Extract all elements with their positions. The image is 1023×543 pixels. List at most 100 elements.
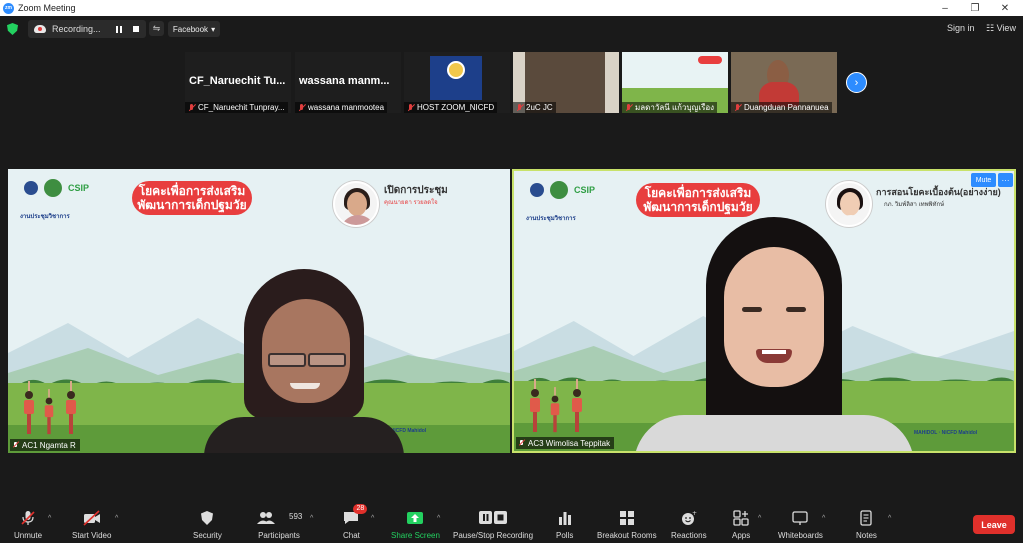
yoga-child-figure [64, 381, 78, 435]
apps-options-caret-icon[interactable]: ^ [758, 515, 761, 522]
mic-muted-icon [12, 441, 19, 449]
nicfd-logo [430, 56, 482, 100]
security-label: Security [193, 531, 222, 540]
minimize-button[interactable]: – [932, 0, 958, 16]
apps-icon [733, 510, 749, 526]
apps-label: Apps [732, 531, 751, 540]
mic-muted-icon [407, 103, 414, 112]
zoom-logo-icon: zm [3, 2, 14, 14]
polls-button[interactable]: Polls [556, 510, 573, 540]
window-titlebar: zm Zoom Meeting – ❐ ✕ [0, 0, 1023, 16]
restore-button[interactable]: ❐ [962, 0, 988, 16]
close-button[interactable]: ✕ [992, 0, 1018, 16]
chat-icon: 28 [343, 504, 368, 526]
chevron-down-icon: ▾ [211, 24, 216, 34]
recording-indicator: Recording... [28, 20, 146, 38]
start-video-label: Start Video [72, 531, 112, 540]
yoga-child-figure [528, 379, 542, 433]
breakout-rooms-button[interactable]: Breakout Rooms [597, 510, 657, 540]
chat-unread-badge: 28 [353, 504, 368, 514]
cloud-recording-icon [34, 25, 46, 33]
participant-thumbnail[interactable]: wassana manm... wassana manmootea [295, 52, 401, 113]
yoga-child-figure [549, 387, 561, 433]
participant-thumbnail[interactable]: Duangduan Pannanuea [731, 52, 837, 113]
pause-stop-recording-button[interactable]: Pause/Stop Recording [453, 510, 533, 540]
mic-muted-icon [518, 439, 525, 447]
slide-event-label: งานประชุมวิชาการ [20, 214, 70, 220]
participant-thumbnail-strip: CF_Naruechit Tu... CF_Naruechit Tunpray.… [185, 52, 840, 113]
sign-in-link[interactable]: Sign in [947, 23, 975, 33]
institute-logo [44, 179, 62, 197]
chat-label: Chat [343, 531, 360, 540]
svg-text:+: + [692, 510, 697, 517]
participant-name-tag: มลดาวัลนี แก้วบุญเรือง [622, 102, 718, 113]
whiteboards-options-caret-icon[interactable]: ^ [822, 515, 825, 522]
participant-thumbnail[interactable]: HOST ZOOM_NICFD [404, 52, 510, 113]
participant-thumbnail[interactable]: 2uC JC [513, 52, 619, 113]
next-page-button[interactable]: › [846, 72, 867, 93]
leave-button[interactable]: Leave [973, 515, 1015, 534]
apps-button[interactable]: Apps [732, 510, 750, 540]
more-options-button[interactable]: ··· [998, 173, 1013, 187]
share-screen-label: Share Screen [391, 531, 440, 540]
participant-thumbnail[interactable]: มลดาวัลนี แก้วบุญเรือง [622, 52, 728, 113]
encryption-shield-icon[interactable] [7, 23, 18, 35]
notes-icon [859, 510, 873, 526]
unmute-label: Unmute [14, 531, 43, 540]
slide-footer-logos: MAHIDOL · NICFD Mahidol [914, 430, 978, 436]
pause-recording-button[interactable] [114, 24, 124, 34]
recording-label: Recording... [52, 24, 101, 34]
participant-display-name: wassana manm... [299, 75, 390, 87]
chat-options-caret-icon[interactable]: ^ [371, 515, 374, 522]
pause-stop-icon [478, 510, 508, 526]
csip-logo: CSIP [574, 185, 596, 195]
presenter-video [634, 217, 914, 451]
share-screen-button[interactable]: Share Screen [391, 510, 440, 540]
mic-muted-icon [188, 103, 195, 112]
speaker-name: กภ. วิมพ์ลิสา เทพพิทักษ์ [884, 202, 945, 208]
slide-title: โยคะเพื่อการส่งเสริม พัฒนาการเด็กปฐมวัย [132, 181, 252, 215]
university-logo [530, 183, 544, 197]
view-button[interactable]: ☷ View [986, 23, 1016, 34]
institute-logo [550, 181, 568, 199]
reactions-button[interactable]: + Reactions [671, 510, 707, 540]
participant-name-tag: HOST ZOOM_NICFD [404, 102, 498, 113]
share-options-caret-icon[interactable]: ^ [437, 515, 440, 522]
window-title: Zoom Meeting [18, 3, 76, 13]
share-screen-icon [406, 510, 424, 526]
participant-name-tag: CF_Naruechit Tunpray... [185, 102, 288, 113]
breakout-rooms-label: Breakout Rooms [597, 531, 657, 540]
university-logo [24, 181, 38, 195]
notes-button[interactable]: Notes [856, 510, 877, 540]
participant-thumbnail[interactable]: CF_Naruechit Tu... CF_Naruechit Tunpray.… [185, 52, 291, 113]
view-label: View [996, 23, 1016, 33]
live-stream-icon[interactable]: ⇋ [149, 21, 164, 36]
speaker-title: เปิดการประชุม [384, 185, 448, 196]
participants-button[interactable]: 593 Participants [257, 510, 302, 540]
participants-options-caret-icon[interactable]: ^ [310, 515, 313, 522]
video-tile-left[interactable]: CSIP งานประชุมวิชาการ โยคะเพื่อการส่งเสร… [8, 169, 510, 453]
security-button[interactable]: Security [193, 510, 222, 540]
participant-name-tag: 2uC JC [513, 102, 556, 113]
notes-options-caret-icon[interactable]: ^ [888, 515, 891, 522]
mic-muted-icon [516, 103, 523, 112]
whiteboards-label: Whiteboards [778, 531, 823, 540]
unmute-button[interactable]: Unmute [14, 510, 42, 540]
live-stream-target[interactable]: Facebook ▾ [168, 21, 220, 37]
mute-participant-button[interactable]: Mute [971, 173, 996, 187]
meeting-toolbar: Unmute ^ Start Video ^ Security 593 Part… [0, 504, 1023, 543]
start-video-button[interactable]: Start Video [72, 510, 111, 540]
whiteboards-button[interactable]: Whiteboards [778, 510, 823, 540]
pause-stop-recording-label: Pause/Stop Recording [453, 531, 534, 540]
video-tile-right-active-speaker[interactable]: CSIP งานประชุมวิชาการ โยคะเพื่อการส่งเสร… [512, 169, 1016, 453]
chat-button[interactable]: 28 Chat [343, 504, 368, 540]
yoga-child-figure [22, 381, 36, 435]
stop-recording-button[interactable] [131, 24, 141, 34]
stream-target-label: Facebook [172, 24, 209, 34]
slide-logos: CSIP [24, 179, 89, 197]
audio-options-caret-icon[interactable]: ^ [48, 515, 51, 522]
video-options-caret-icon[interactable]: ^ [115, 515, 118, 522]
notes-label: Notes [856, 531, 877, 540]
speaker-name: คุณนายดา รวยลดใจ [384, 200, 438, 206]
polls-icon [558, 510, 572, 526]
